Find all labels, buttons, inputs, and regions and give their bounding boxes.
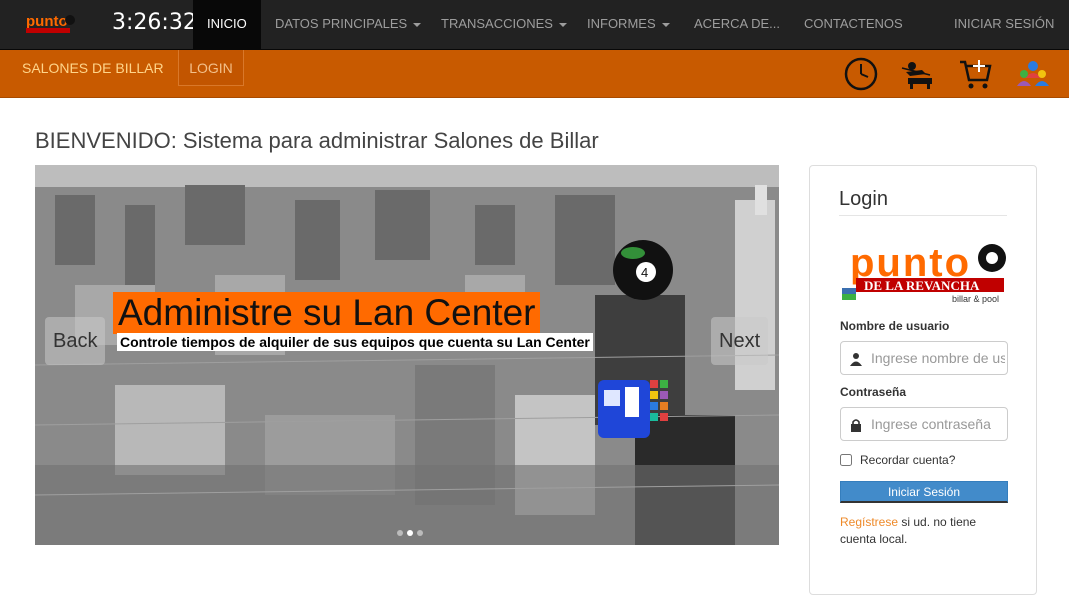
- nav-inicio[interactable]: INICIO: [193, 0, 261, 50]
- carousel-headline: Administre su Lan Center: [113, 292, 541, 334]
- register-link[interactable]: Regístrese: [840, 515, 898, 529]
- login-panel-title: Login: [839, 188, 1007, 216]
- subbar-login-tab[interactable]: LOGIN: [178, 50, 244, 86]
- remember-account-checkbox[interactable]: [840, 454, 852, 466]
- remember-account-checkbox-row[interactable]: Recordar cuenta?: [840, 453, 955, 467]
- carousel-caption: Controle tiempos de alquiler de sus equi…: [117, 333, 593, 351]
- password-input[interactable]: [871, 408, 1005, 440]
- punto-logo[interactable]: punto: [22, 12, 76, 36]
- svg-text:DE LA REVANCHA: DE LA REVANCHA: [864, 278, 980, 293]
- caret-down-icon: [558, 22, 567, 27]
- password-input-group[interactable]: [840, 407, 1008, 441]
- city-background-image: 4: [35, 165, 779, 545]
- clock-icon[interactable]: [843, 56, 879, 92]
- svg-text:punto: punto: [26, 13, 68, 30]
- nav-acerca-de[interactable]: ACERCA DE...: [694, 0, 780, 50]
- carousel-indicators: [395, 523, 425, 541]
- carousel-next-button[interactable]: Next: [711, 317, 769, 365]
- svg-text:4: 4: [641, 265, 648, 280]
- caret-down-icon: [413, 22, 422, 27]
- section-subbar: SALONES DE BILLAR LOGIN: [0, 50, 1069, 98]
- carousel-back-button[interactable]: Back: [45, 317, 106, 365]
- punto-revancha-logo: punto DE LA REVANCHA billar & pool: [842, 241, 1006, 304]
- carousel-indicator[interactable]: [417, 530, 423, 536]
- nav-iniciar-sesion[interactable]: INICIAR SESIÓN: [954, 0, 1054, 50]
- nav-informes[interactable]: INFORMES: [587, 0, 670, 50]
- caret-down-icon: [661, 22, 670, 27]
- svg-text:billar & pool: billar & pool: [952, 294, 999, 304]
- shopping-cart-icon[interactable]: [957, 56, 993, 92]
- password-label: Contraseña: [840, 385, 907, 399]
- page-title: BIENVENIDO: Sistema para administrar Sal…: [35, 128, 599, 153]
- carousel-indicator-active[interactable]: [407, 530, 413, 536]
- nav-contactenos[interactable]: CONTACTENOS: [804, 0, 903, 50]
- register-hint: Regístrese si ud. no tiene cuenta local.: [840, 514, 990, 548]
- billiards-player-icon[interactable]: [900, 56, 936, 92]
- username-input-group[interactable]: [840, 341, 1008, 375]
- username-label: Nombre de usuario: [840, 319, 950, 333]
- login-panel: Login punto DE LA REVANCHA billar & pool…: [809, 165, 1037, 595]
- remember-account-label: Recordar cuenta?: [860, 453, 956, 467]
- nav-transacciones[interactable]: TRANSACCIONES: [441, 0, 567, 50]
- carousel-indicator[interactable]: [397, 530, 403, 536]
- user-icon: [850, 353, 862, 366]
- username-input[interactable]: [871, 342, 1005, 374]
- image-carousel[interactable]: 4 Administre su Lan Center Controle tiem…: [35, 165, 779, 545]
- subbar-brand-link[interactable]: SALONES DE BILLAR: [22, 50, 164, 86]
- top-navbar: punto 3:26:32 INICIO DATOS PRINCIPALES T…: [0, 0, 1069, 50]
- clock-display: 3:26:32: [112, 10, 197, 35]
- login-submit-button[interactable]: Iniciar Sesión: [840, 481, 1008, 503]
- users-group-icon[interactable]: [1015, 56, 1051, 92]
- lock-icon: [851, 419, 861, 432]
- nav-datos-principales[interactable]: DATOS PRINCIPALES: [275, 0, 422, 50]
